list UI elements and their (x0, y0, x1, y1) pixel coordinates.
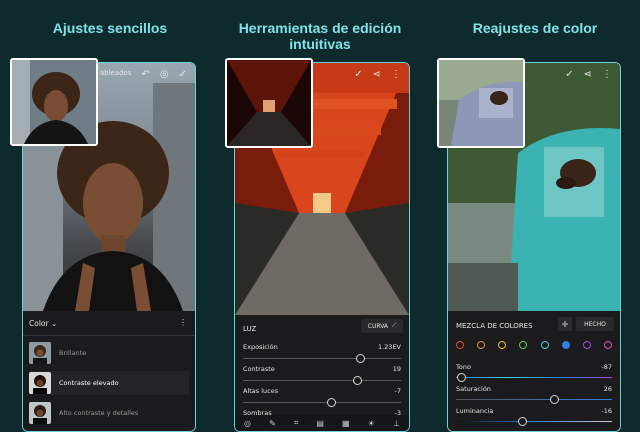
check-circle-icon[interactable]: ✓ (354, 69, 362, 80)
slider-knob[interactable] (517, 417, 527, 426)
preset-label: Brillante (59, 349, 87, 357)
share-icon[interactable]: ⋖ (584, 69, 592, 80)
slider-track[interactable] (243, 376, 401, 385)
slider-label: Altas luces (243, 387, 279, 395)
chevron-down-icon: ⌄ (50, 319, 58, 328)
slider-knob[interactable] (355, 354, 365, 363)
slider-knob[interactable] (327, 398, 337, 407)
color-swatch[interactable] (456, 341, 464, 349)
slider-track[interactable] (243, 354, 401, 363)
color-mix-panel: MEZCLA DE COLORES ✛ HECHO Tono -87 Satur… (448, 311, 620, 431)
slider-knob[interactable] (352, 376, 362, 385)
slider-value: -87 (601, 363, 612, 371)
color-swatch[interactable] (582, 341, 591, 349)
lens-icon[interactable]: ◎ (244, 419, 251, 428)
edit-bottom-panel: Color ⌄ ⋮ Brillante Contraste elevado Al… (23, 311, 195, 431)
light-section-label: LUZ (243, 325, 257, 333)
preset-label: Alto contraste y detalles (59, 409, 139, 417)
slider-value: 19 (392, 365, 401, 373)
curve-label: CURVA (367, 322, 389, 330)
crop-icon[interactable]: ⌗ (294, 418, 299, 428)
tool-bar: ◎ ✎ ⌗ ▤ ▦ ☀ ⊥ (235, 415, 409, 431)
color-mix-label: MEZCLA DE COLORES (456, 322, 533, 330)
preset-thumbnail (29, 342, 51, 364)
panel-title-3: Reajustes de color (472, 20, 598, 36)
light-panel: LUZ CURVA ⟋ Exposición 1.23EV Contraste … (235, 315, 409, 431)
slider-track[interactable] (456, 373, 612, 382)
preset-thumbnail (29, 402, 51, 424)
slider-track[interactable] (243, 398, 401, 407)
curve-icon: ⟋ (392, 322, 397, 329)
more-icon[interactable]: ⋮ (179, 318, 187, 327)
compare-icon[interactable]: ◎ (160, 69, 169, 80)
slider-label: Contraste (243, 365, 275, 373)
slider-track[interactable] (456, 417, 612, 426)
panel3-topbar: ✓ ⋖ ⋮ (565, 69, 612, 80)
slider-label: Luminancia (456, 407, 494, 415)
color-swatch-row (456, 341, 612, 349)
color-swatch[interactable] (498, 341, 507, 349)
layers-icon[interactable]: ▤ (316, 419, 324, 428)
panel1-topbar: ableados ↶ ◎ ✓ (100, 69, 187, 80)
color-swatch[interactable] (519, 341, 528, 349)
slider-label: Exposición (243, 343, 278, 351)
preset-thumbnail (29, 372, 51, 394)
light-icon[interactable]: ☀ (368, 419, 375, 428)
preset-label: Contraste elevado (59, 379, 119, 387)
slider-knob[interactable] (550, 395, 560, 404)
slider-value: -7 (394, 387, 401, 395)
slider-knob[interactable] (456, 373, 466, 382)
target-adjust-icon[interactable]: ✛ (558, 317, 572, 331)
slider-value: 1.23EV (377, 343, 401, 351)
curve-button[interactable]: CURVA ⟋ (361, 319, 403, 333)
temperature-icon[interactable]: ⊥ (393, 419, 400, 428)
slider-value: 26 (603, 385, 612, 393)
header-text: ableados (99, 69, 132, 77)
before-inset-1 (10, 58, 98, 146)
check-icon[interactable]: ✓ (179, 69, 187, 80)
slider-label: Saturación (456, 385, 491, 393)
slider-value: -16 (601, 407, 612, 415)
color-swatch[interactable] (561, 341, 570, 349)
share-icon[interactable]: ⋖ (373, 69, 381, 80)
color-dropdown[interactable]: Color ⌄ (29, 319, 57, 328)
before-inset-3 (437, 58, 525, 148)
color-dropdown-label: Color (29, 319, 49, 328)
presets-icon[interactable]: ▦ (342, 419, 350, 428)
panel2-topbar: ✓ ⋖ ⋮ (354, 69, 401, 80)
healing-icon[interactable]: ✎ (269, 419, 276, 428)
slider-label: Tono (456, 363, 471, 371)
color-swatch[interactable] (540, 341, 549, 349)
panel-title-1: Ajustes sencillos (52, 20, 168, 36)
panel-title-2: Herramientas de edición intuitivas (238, 20, 402, 52)
more-icon[interactable]: ⋮ (602, 69, 612, 80)
undo-icon[interactable]: ↶ (141, 69, 149, 80)
preset-item-active[interactable]: Contraste elevado (29, 371, 189, 395)
divider (23, 335, 195, 336)
done-button[interactable]: HECHO (576, 317, 614, 331)
more-icon[interactable]: ⋮ (391, 69, 401, 80)
preset-item[interactable]: Alto contraste y detalles (29, 401, 189, 425)
slider-track[interactable] (456, 395, 612, 404)
preset-item[interactable]: Brillante (29, 341, 189, 365)
color-swatch[interactable] (477, 341, 486, 349)
before-inset-2 (225, 58, 313, 148)
done-label: HECHO (584, 320, 606, 328)
check-circle-icon[interactable]: ✓ (565, 69, 573, 80)
color-swatch[interactable] (603, 341, 612, 349)
